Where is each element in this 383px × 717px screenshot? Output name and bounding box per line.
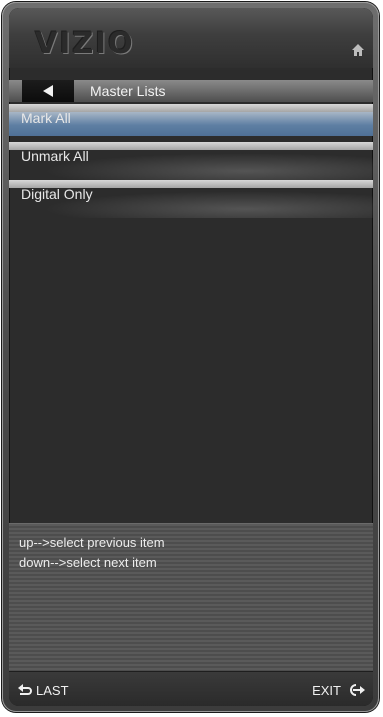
- return-arrow-icon: [18, 684, 32, 695]
- menu-item-mark-all[interactable]: Mark All: [9, 104, 373, 142]
- menu-item-unmark-all[interactable]: Unmark All: [9, 142, 373, 180]
- last-button[interactable]: LAST: [18, 681, 69, 699]
- exit-button[interactable]: EXIT: [312, 681, 365, 699]
- page-title: Master Lists: [90, 83, 166, 99]
- left-triangle-icon: [43, 85, 53, 97]
- header: VIZIO: [9, 8, 373, 68]
- menu-list: Mark All Unmark All Digital Only: [9, 104, 373, 218]
- vizio-logo: VIZIO: [35, 26, 135, 60]
- help-line: down-->select next item: [19, 555, 157, 570]
- help-area: up-->select previous item down-->select …: [9, 523, 373, 672]
- help-line: up-->select previous item: [19, 535, 165, 550]
- menu-item-digital-only[interactable]: Digital Only: [9, 180, 373, 218]
- menu-item-label: Digital Only: [21, 186, 93, 202]
- back-button[interactable]: [22, 80, 74, 102]
- footer: LAST EXIT: [9, 671, 373, 706]
- home-icon[interactable]: [352, 44, 364, 56]
- nav-bar: Master Lists: [9, 80, 373, 102]
- last-label: LAST: [36, 682, 69, 698]
- menu-item-label: Mark All: [21, 110, 71, 126]
- menu-panel: VIZIO Master Lists Mark All Unmark All D…: [9, 8, 373, 706]
- exit-arrow-icon: [350, 684, 365, 696]
- menu-item-label: Unmark All: [21, 148, 89, 164]
- exit-label: EXIT: [312, 682, 341, 698]
